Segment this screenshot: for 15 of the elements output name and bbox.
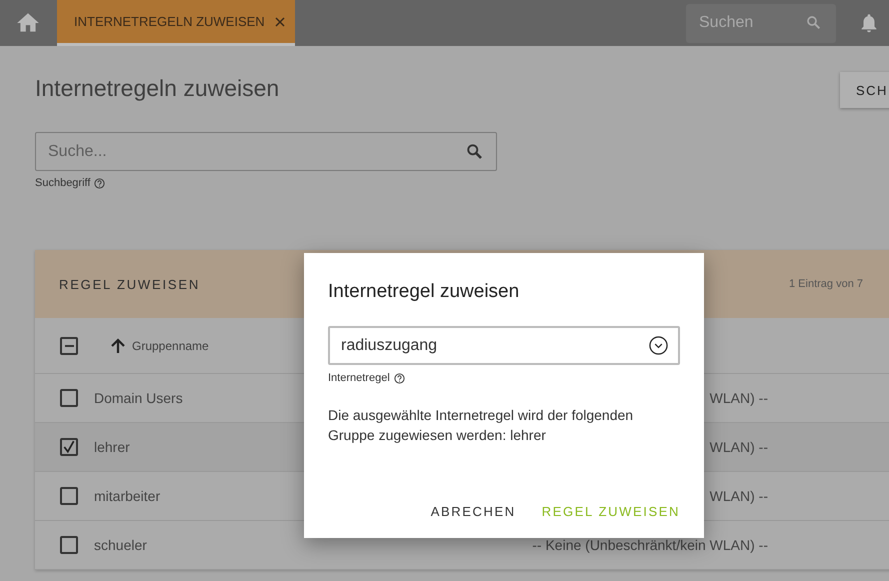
table-cell: -- Keine (Unbeschränkt/kein WLAN) -- — [532, 537, 768, 553]
table-cell: WLAN) -- — [710, 390, 768, 406]
table-cell-text: schueler — [94, 537, 148, 553]
table-cell-text: mitarbeiter — [94, 488, 162, 504]
field-label: Internetregel — [328, 372, 390, 384]
table-cell: WLAN) -- — [710, 439, 768, 455]
field-label: Suchbegriff — [35, 177, 90, 189]
dialog-title: Internetregel zuweisen — [328, 281, 520, 303]
table-cell: WLAN) -- — [710, 488, 768, 504]
dialog-message: Die ausgewählte Internetregel wird der folgenden Gruppe zugewiesen werden: lehrer — [328, 406, 634, 445]
entry-count: 1 Eintrag von 7 — [789, 278, 863, 290]
card-title: REGEL ZUWEISEN — [59, 276, 200, 292]
table-cell-text: lehrer — [94, 439, 131, 455]
table-cell-text: Domain Users — [94, 390, 184, 406]
page-title: Internetregeln zuweisen — [35, 74, 280, 102]
